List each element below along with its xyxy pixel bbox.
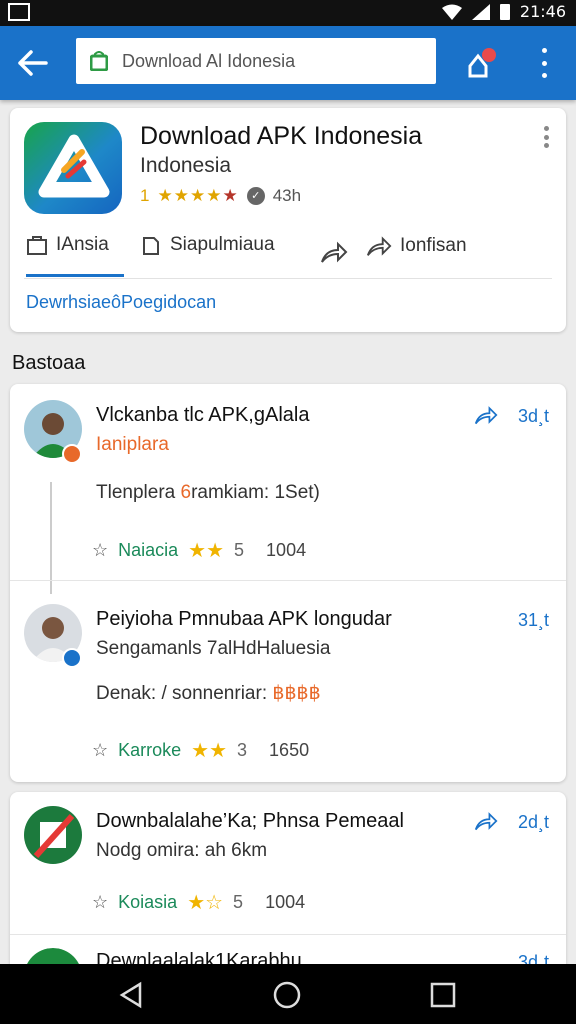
app-subtitle: Indonesia (140, 154, 232, 177)
tab-label: Ionfisan (400, 235, 467, 256)
app-header-card: Download APK Indonesia Indonesia 1 ★★★★★… (10, 108, 566, 332)
post-description: Denak: / sonnenriar: ฿฿฿฿ (96, 683, 321, 704)
meta-label: Karroke (118, 740, 182, 760)
rating-number: 1 (140, 186, 150, 205)
post-subtitle: Sengamanls 7alHdHaluesia (96, 638, 331, 659)
meta-rating: 5 (233, 892, 244, 912)
badge-icon (62, 444, 82, 464)
nav-recents-icon[interactable] (428, 980, 458, 1010)
meta-count: 1004 (266, 540, 307, 560)
post-title[interactable]: Peiyioha Pmnubaa APK longudar (96, 608, 392, 631)
post-description: Tlenplera 6ramkiam: 1Set) (96, 482, 320, 503)
share-icon[interactable] (474, 810, 498, 832)
avatar[interactable] (24, 806, 82, 864)
post-time: 31¸t (518, 610, 550, 630)
play-bag-icon (90, 51, 108, 71)
tab-siapulmiaua[interactable]: Siapulmiaua (140, 234, 275, 256)
status-bar: 21:46 (0, 0, 576, 26)
post-time: 3d¸t (518, 406, 550, 426)
post-title[interactable]: Vlckanba tlc APK,gAlala (96, 404, 309, 427)
app-title: Download APK Indonesia (140, 122, 423, 150)
active-tab-indicator (26, 274, 124, 277)
signal-icon (471, 3, 490, 20)
document-icon (143, 237, 159, 255)
nav-back-icon[interactable] (116, 980, 146, 1010)
share-icon[interactable] (474, 404, 498, 426)
app-rating: 1 ★★★★★ ✓ 43h (140, 186, 301, 206)
clock: 21:46 (519, 2, 566, 21)
image-notification-icon (8, 3, 30, 21)
app-bar: Download Al Idonesia (0, 26, 576, 100)
section-title: Bastoaa (12, 352, 86, 374)
tab-label: Siapulmiaua (170, 234, 275, 255)
post-meta: ☆ Karroke ★★ 3 1650 (92, 738, 309, 763)
back-arrow-icon[interactable] (16, 48, 50, 78)
meta-label: Koiasia (118, 892, 178, 912)
post-subtitle: Nodg omira: ah 6km (96, 840, 268, 861)
action-tabs: IAnsia Siapulmiaua Ionfisan (24, 234, 554, 270)
share-icon[interactable] (320, 240, 348, 264)
star-outline-icon[interactable]: ☆ (92, 540, 108, 561)
post-time: 2d¸t (518, 812, 550, 832)
tab-ansia[interactable]: IAnsia (26, 234, 109, 256)
meta-rating: 5 (234, 540, 245, 560)
divider (24, 278, 552, 279)
meta-label: Naiacia (118, 540, 179, 560)
tab-label: IAnsia (56, 234, 109, 255)
account-notification-icon[interactable] (464, 46, 500, 82)
post-meta: ☆ Naiacia ★★ 5 1004 (92, 538, 306, 563)
tab-ionfisan[interactable]: Ionfisan (366, 234, 467, 258)
nav-home-icon[interactable] (272, 980, 302, 1010)
bag-icon (27, 236, 47, 255)
divider (10, 934, 566, 935)
meta-count: 1004 (265, 892, 306, 912)
more-options-icon[interactable] (542, 126, 550, 148)
search-input[interactable]: Download Al Idonesia (76, 38, 436, 84)
rating-stars: ★★★★★ (157, 186, 239, 205)
forward-icon (366, 236, 392, 256)
overflow-menu-icon[interactable] (536, 48, 552, 78)
meta-stars: ★★ (188, 540, 225, 562)
meta-rating: 3 (237, 740, 248, 760)
search-text: Download Al Idonesia (122, 50, 296, 71)
post-title[interactable]: Downbalalahe’Ka; Phnsa Pemeaal (96, 810, 404, 833)
wifi-icon (441, 4, 462, 20)
star-outline-icon[interactable]: ☆ (92, 740, 108, 761)
verified-icon: ✓ (246, 187, 265, 205)
app-link[interactable]: DewrhsiaeôPoegidocan (26, 292, 216, 313)
meta-count: 1650 (269, 740, 310, 760)
download-count: 43h (272, 186, 302, 205)
status-icons: 21:46 (441, 2, 566, 21)
meta-stars: ★☆ (187, 892, 224, 914)
feed-card: Vlckanba tlc APK,gAlala Ianiplara 3d¸t T… (10, 384, 566, 782)
thread-line (50, 482, 52, 594)
divider (10, 580, 566, 581)
post-subtitle: Ianiplara (96, 434, 169, 455)
star-outline-icon[interactable]: ☆ (92, 892, 108, 913)
badge-icon (62, 648, 82, 668)
battery-icon (499, 3, 510, 20)
system-nav-bar (0, 964, 576, 1024)
app-icon[interactable] (24, 122, 122, 214)
post-meta: ☆ Koiasia ★☆ 5 1004 (92, 890, 305, 915)
feed-card: Downbalalahe’Ka; Phnsa Pemeaal Nodg omir… (10, 792, 566, 988)
meta-stars: ★★ (191, 740, 228, 762)
